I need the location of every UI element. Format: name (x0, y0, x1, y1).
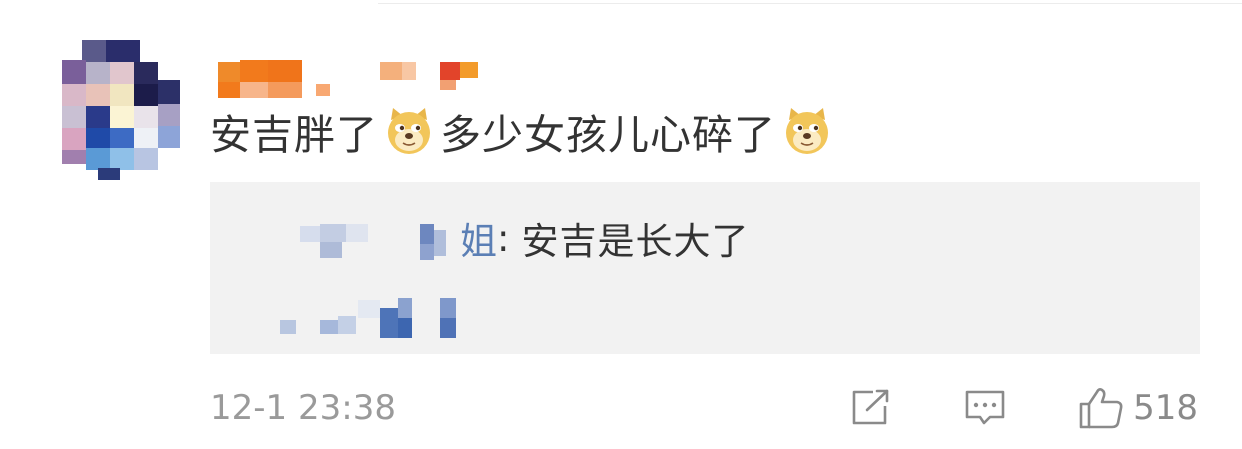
comment-text: 安吉胖了 多少女孩儿心碎了 (210, 102, 838, 160)
comment-text-part1: 安吉胖了 (210, 111, 378, 159)
timestamp: 12-1 23:38 (210, 388, 396, 428)
more-replies-link[interactable] (272, 294, 472, 342)
like-button[interactable]: 518 (1077, 386, 1198, 430)
reply-author-tail[interactable]: 姐 (460, 211, 497, 265)
comment-footer: 12-1 23:38 (210, 386, 396, 430)
like-icon (1077, 386, 1125, 430)
reply-item[interactable]: 姐 : 安吉是长大了 (300, 212, 749, 264)
username[interactable] (218, 58, 488, 102)
avatar[interactable] (58, 40, 184, 180)
doge-emoji-icon (782, 106, 832, 156)
top-divider (378, 3, 1242, 4)
share-icon (849, 388, 891, 428)
reply-text: 安吉是长大了 (521, 220, 750, 263)
comment-button[interactable] (963, 388, 1007, 428)
reply-separator: : (497, 216, 510, 260)
reply-author-name[interactable] (300, 216, 460, 260)
comment-icon (963, 388, 1007, 428)
doge-emoji-icon (384, 106, 434, 156)
like-count: 518 (1133, 388, 1198, 428)
comment-actions: 518 (849, 382, 1198, 434)
comment-text-part2: 多少女孩儿心碎了 (440, 111, 776, 159)
share-button[interactable] (849, 388, 891, 428)
